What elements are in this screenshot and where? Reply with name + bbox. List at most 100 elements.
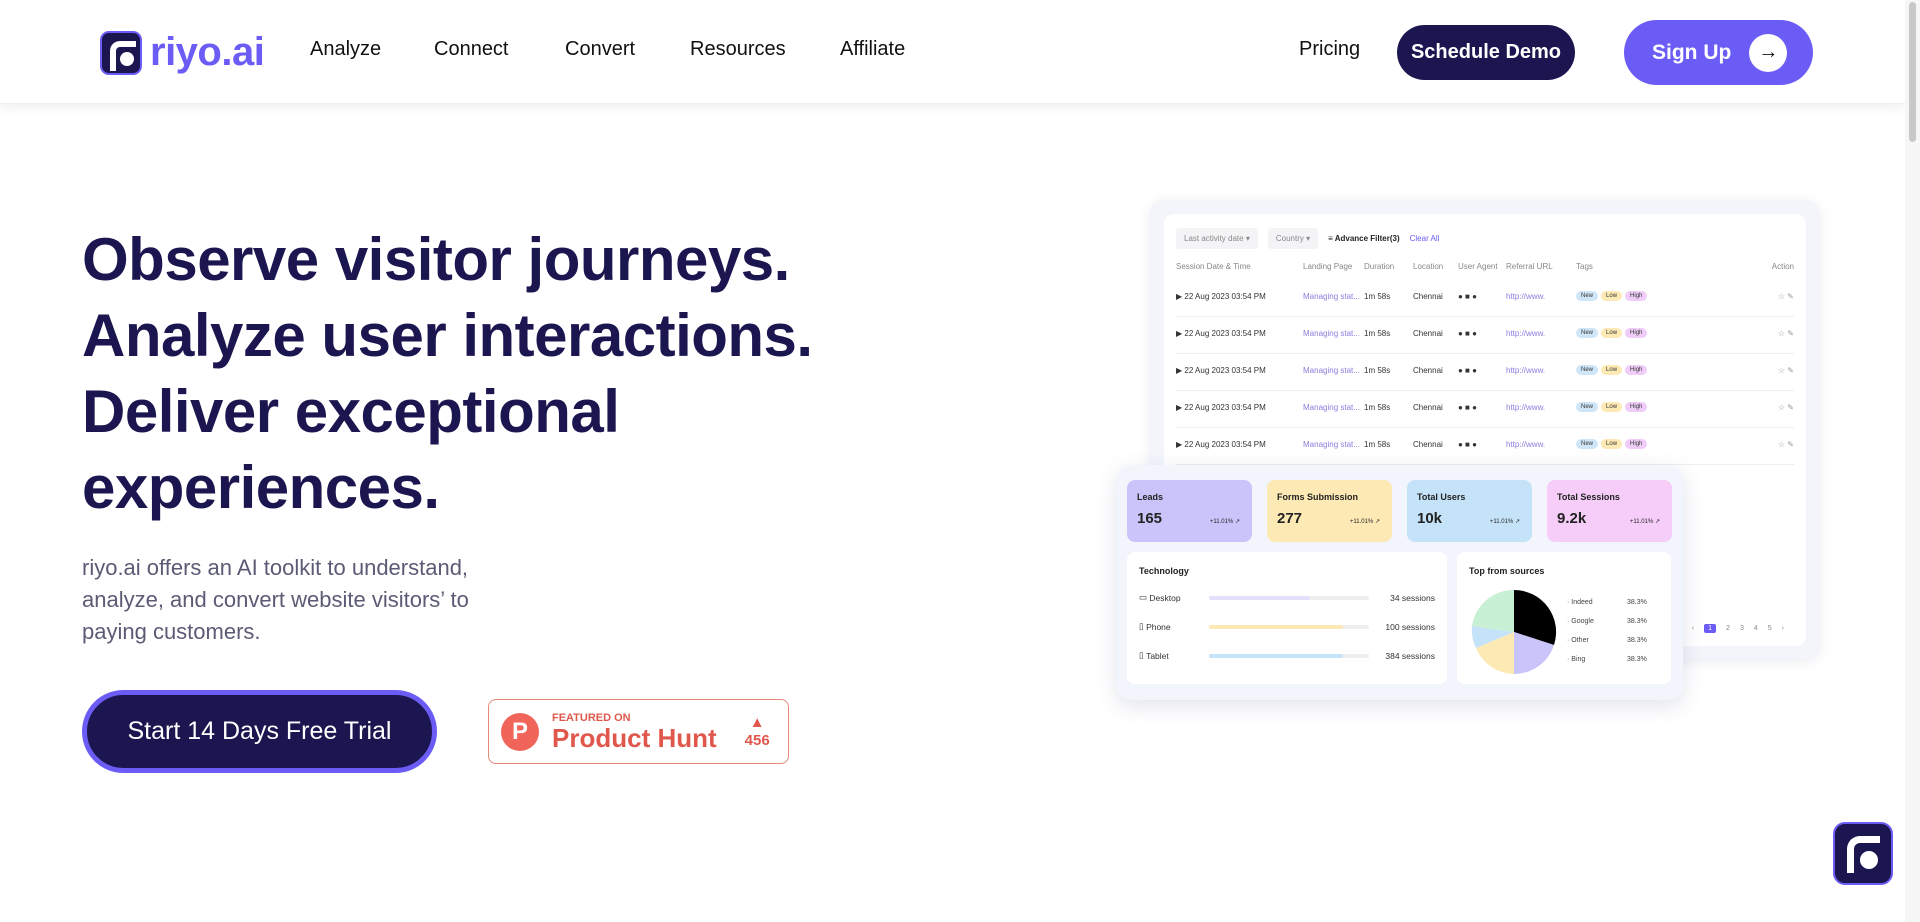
sessions-bar xyxy=(1209,653,1369,658)
next-page[interactable]: › xyxy=(1782,625,1784,632)
duration: 1m 58s xyxy=(1364,292,1391,301)
table-row[interactable]: ▶ 22 Aug 2023 03:54 PM Managing stat... … xyxy=(1176,354,1794,391)
hero-headline: Observe visitor journeys. Analyze user i… xyxy=(82,222,813,526)
nav-pricing[interactable]: Pricing xyxy=(1299,38,1360,61)
page-3[interactable]: 3 xyxy=(1740,625,1744,632)
logo-icon xyxy=(100,30,142,75)
referral-url[interactable]: http://www. xyxy=(1506,292,1545,301)
advance-filter[interactable]: ≡ Advance Filter(3) xyxy=(1328,234,1400,243)
tag: Low xyxy=(1601,365,1623,375)
edit-icon[interactable]: ✎ xyxy=(1787,366,1794,375)
scrollbar[interactable] xyxy=(1905,0,1920,922)
star-icon[interactable]: ☆ xyxy=(1778,329,1785,338)
legend-label: Google xyxy=(1571,618,1594,625)
sessions-bar xyxy=(1209,624,1369,629)
tag: New xyxy=(1576,402,1599,412)
device-icon: ▯ xyxy=(1139,650,1144,660)
logo[interactable]: riyo.ai xyxy=(100,30,265,75)
nav-analyze[interactable]: Analyze xyxy=(310,38,381,61)
tag: Low xyxy=(1601,291,1623,301)
referral-url[interactable]: http://www. xyxy=(1506,366,1545,375)
col-header: User Agent xyxy=(1458,262,1498,271)
technology-row: ▭ Desktop 34 sessions xyxy=(1139,592,1435,603)
session-date[interactable]: ▶ 22 Aug 2023 03:54 PM xyxy=(1176,440,1266,449)
table-row[interactable]: ▶ 22 Aug 2023 03:54 PM Managing stat... … xyxy=(1176,428,1794,465)
tag: High xyxy=(1625,402,1648,412)
referral-url[interactable]: http://www. xyxy=(1506,329,1545,338)
table-row[interactable]: ▶ 22 Aug 2023 03:54 PM Managing stat... … xyxy=(1176,280,1794,317)
page-4[interactable]: 4 xyxy=(1754,625,1758,632)
referral-url[interactable]: http://www. xyxy=(1506,403,1545,412)
headline-line: Observe visitor journeys. xyxy=(82,226,790,293)
session-date[interactable]: ▶ 22 Aug 2023 03:54 PM xyxy=(1176,403,1266,412)
stat-label: Leads xyxy=(1137,492,1164,502)
landing-page[interactable]: Managing stat... xyxy=(1303,329,1360,338)
tags: New Low High xyxy=(1576,290,1650,301)
tags: New Low High xyxy=(1576,327,1650,338)
edit-icon[interactable]: ✎ xyxy=(1787,292,1794,301)
date-text: 22 Aug 2023 03:54 PM xyxy=(1184,329,1266,338)
legend-pct: 38.3% xyxy=(1627,599,1647,606)
edit-icon[interactable]: ✎ xyxy=(1787,329,1794,338)
row-actions: ☆ ✎ xyxy=(1778,329,1794,338)
sign-up-button[interactable]: Sign Up → xyxy=(1624,20,1813,85)
landing-page[interactable]: Managing stat... xyxy=(1303,366,1360,375)
stat-label: Total Sessions xyxy=(1557,492,1620,502)
user-agent-icons: ● ■ ● xyxy=(1458,292,1477,301)
session-date[interactable]: ▶ 22 Aug 2023 03:54 PM xyxy=(1176,366,1266,375)
star-icon[interactable]: ☆ xyxy=(1778,366,1785,375)
product-hunt-badge[interactable]: P FEATURED ON Product Hunt ▲ 456 xyxy=(488,699,789,764)
filter-label: Country xyxy=(1275,234,1304,243)
tag: New xyxy=(1576,439,1599,449)
star-icon[interactable]: ☆ xyxy=(1778,292,1785,301)
pagination: ‹ 1 2 3 4 5 › xyxy=(1692,624,1784,633)
location: Chennai xyxy=(1413,292,1443,301)
tags: New Low High xyxy=(1576,438,1650,449)
device-label: Desktop xyxy=(1149,592,1181,603)
star-icon[interactable]: ☆ xyxy=(1778,403,1785,412)
location: Chennai xyxy=(1413,440,1443,449)
chat-widget-button[interactable] xyxy=(1833,822,1893,885)
star-icon[interactable]: ☆ xyxy=(1778,440,1785,449)
nav-affiliate[interactable]: Affiliate xyxy=(840,38,905,61)
clear-all-link[interactable]: Clear All xyxy=(1410,234,1440,243)
nav-resources[interactable]: Resources xyxy=(690,38,786,61)
edit-icon[interactable]: ✎ xyxy=(1787,403,1794,412)
location: Chennai xyxy=(1413,403,1443,412)
page-5[interactable]: 5 xyxy=(1768,625,1772,632)
edit-icon[interactable]: ✎ xyxy=(1787,440,1794,449)
landing-page[interactable]: Managing stat... xyxy=(1303,440,1360,449)
tags: New Low High xyxy=(1576,401,1650,412)
device-label: Phone xyxy=(1146,621,1171,632)
landing-page[interactable]: Managing stat... xyxy=(1303,403,1360,412)
scrollbar-thumb[interactable] xyxy=(1909,2,1916,142)
session-date[interactable]: ▶ 22 Aug 2023 03:54 PM xyxy=(1176,292,1266,301)
row-actions: ☆ ✎ xyxy=(1778,403,1794,412)
free-trial-button[interactable]: Start 14 Days Free Trial xyxy=(82,690,437,773)
row-actions: ☆ ✎ xyxy=(1778,366,1794,375)
nav-convert[interactable]: Convert xyxy=(565,38,635,61)
arrow-right-icon: → xyxy=(1749,33,1788,72)
col-header: Landing Page xyxy=(1303,262,1353,271)
sign-up-label: Sign Up xyxy=(1652,40,1732,64)
legend-item: · Bing 38.3% xyxy=(1567,656,1647,663)
technology-row: ▯ Phone 100 sessions xyxy=(1139,621,1435,632)
country-filter[interactable]: Country ▾ xyxy=(1267,228,1319,249)
prev-page[interactable]: ‹ xyxy=(1692,625,1694,632)
nav-connect[interactable]: Connect xyxy=(434,38,509,61)
col-header: Session Date & Time xyxy=(1176,262,1251,271)
sources-title: Top from sources xyxy=(1469,566,1545,576)
session-date[interactable]: ▶ 22 Aug 2023 03:54 PM xyxy=(1176,329,1266,338)
headline-line: experiences. xyxy=(82,454,440,521)
landing-page[interactable]: Managing stat... xyxy=(1303,292,1360,301)
page-1[interactable]: 1 xyxy=(1704,624,1717,633)
stat-change-text: +11.01% xyxy=(1349,519,1374,525)
table-row[interactable]: ▶ 22 Aug 2023 03:54 PM Managing stat... … xyxy=(1176,317,1794,354)
referral-url[interactable]: http://www. xyxy=(1506,440,1545,449)
schedule-demo-button[interactable]: Schedule Demo xyxy=(1397,25,1575,80)
legend-item: · Indeed 38.3% xyxy=(1567,599,1647,606)
page-2[interactable]: 2 xyxy=(1726,625,1730,632)
last-activity-filter[interactable]: Last activity date ▾ xyxy=(1176,228,1258,249)
advance-filter-label: Advance Filter(3) xyxy=(1334,234,1400,243)
table-row[interactable]: ▶ 22 Aug 2023 03:54 PM Managing stat... … xyxy=(1176,391,1794,428)
